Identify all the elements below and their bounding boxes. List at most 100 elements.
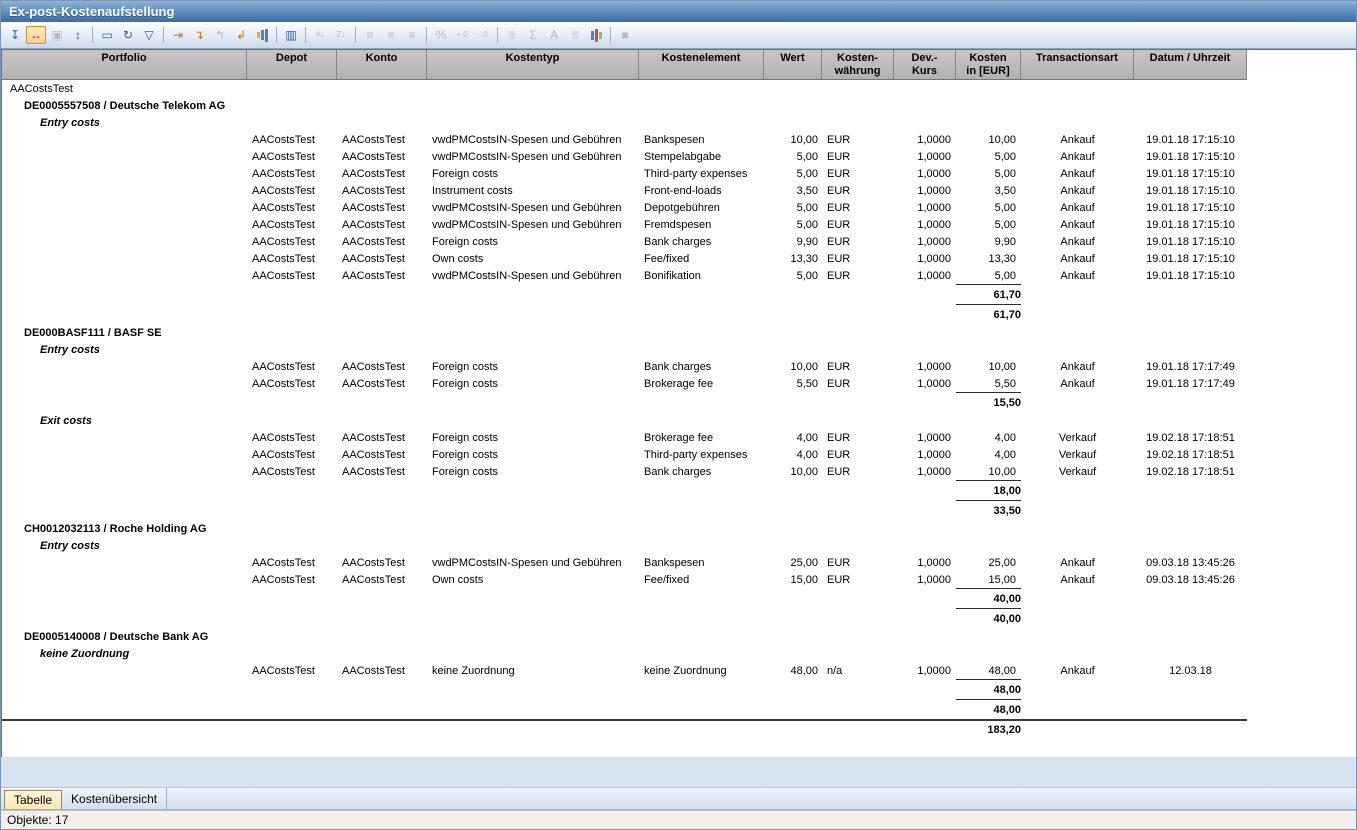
table-row[interactable]: AACostsTestAACostsTestForeign costsBank … [2, 463, 1247, 480]
col-header-label: Dev.- [911, 52, 937, 65]
group-label-row[interactable]: AACostsTest [2, 80, 1356, 97]
new-view-icon[interactable]: ▭ [97, 26, 117, 44]
cell-depot: AACostsTest [247, 185, 337, 197]
cell-kostentyp: vwdPMCostsIN-Spesen und Gebühren [427, 151, 639, 163]
cell-kosten: 5,00 [956, 151, 1021, 163]
sum-row-icon[interactable]: ↲ [231, 26, 251, 44]
refresh-icon[interactable]: ↻ [118, 26, 138, 44]
table-row[interactable]: AACostsTestAACostsTestForeign costsThird… [2, 446, 1247, 463]
cell-waehrung: EUR [822, 557, 894, 569]
cell-konto: AACostsTest [337, 449, 427, 461]
sum-value: 33,50 [956, 500, 1021, 520]
cell-devkurs: 1,0000 [894, 253, 956, 265]
group-label-row[interactable]: DE000BASF111 / BASF SE [2, 324, 1356, 341]
table-row[interactable]: AACostsTestAACostsTestOwn costsFee/fixed… [2, 571, 1247, 588]
col-header-label: Depot [276, 52, 307, 65]
cell-wert: 9,90 [764, 236, 822, 248]
sum-row: 48,00 [2, 699, 1247, 719]
cell-wert: 5,00 [764, 168, 822, 180]
cell-transaktion: Ankauf [1021, 557, 1134, 569]
cell-waehrung: EUR [822, 168, 894, 180]
cell-devkurs: 1,0000 [894, 378, 956, 390]
col-header-label2: in [EUR] [966, 65, 1009, 78]
table-row[interactable]: AACostsTestAACostsTestkeine Zuordnungkei… [2, 662, 1247, 679]
filter-icon[interactable]: ▽ [139, 26, 159, 44]
tab-tabelle[interactable]: Tabelle [4, 790, 62, 809]
group-label-row[interactable]: CH0012032113 / Roche Holding AG [2, 520, 1356, 537]
fit-width-icon[interactable]: ↔ [26, 26, 46, 44]
cell-kostenelement: Front-end-loads [639, 185, 764, 197]
group-label-row[interactable]: keine Zuordnung [2, 645, 1356, 662]
group-label-row[interactable]: Exit costs [2, 412, 1356, 429]
cell-konto: AACostsTest [337, 466, 427, 478]
insert-row-icon[interactable]: ↴ [189, 26, 209, 44]
sum-value: 18,00 [956, 480, 1021, 500]
group-label-row[interactable]: Entry costs [2, 341, 1356, 358]
table-row[interactable]: AACostsTestAACostsTestvwdPMCostsIN-Spese… [2, 216, 1247, 233]
bar-chart-icon[interactable] [586, 26, 606, 44]
cell-wert: 15,00 [764, 574, 822, 586]
table-row[interactable]: AACostsTestAACostsTestForeign costsBank … [2, 233, 1247, 250]
table-row[interactable]: AACostsTestAACostsTestForeign costsThird… [2, 165, 1247, 182]
col-header-kosten-eur[interactable]: Kostenin [EUR] [956, 50, 1021, 80]
table-row[interactable]: AACostsTestAACostsTestForeign costsBank … [2, 358, 1247, 375]
fit-height-icon[interactable]: ↕ [68, 26, 88, 44]
cell-waehrung: EUR [822, 236, 894, 248]
col-header-kostentyp[interactable]: Kostentyp [427, 50, 639, 80]
cell-transaktion: Ankauf [1021, 270, 1134, 282]
insert-column-icon[interactable]: ⇥ [168, 26, 188, 44]
window-titlebar: Ex-post-Kostenaufstellung [1, 1, 1356, 22]
table-row[interactable]: AACostsTestAACostsTestForeign costsBroke… [2, 375, 1247, 392]
cell-wert: 5,50 [764, 378, 822, 390]
bottom-gap [1, 757, 1356, 787]
cell-kosten: 3,50 [956, 185, 1021, 197]
table-row[interactable]: AACostsTestAACostsTestvwdPMCostsIN-Spese… [2, 554, 1247, 571]
sum-row: 40,00 [2, 588, 1247, 608]
table-row[interactable]: AACostsTestAACostsTestvwdPMCostsIN-Spese… [2, 199, 1247, 216]
cell-datum: 19.02.18 17:18:51 [1134, 432, 1247, 444]
cell-devkurs: 1,0000 [894, 557, 956, 569]
col-header-transactionsart[interactable]: Transactionsart [1021, 50, 1134, 80]
cell-waehrung: EUR [822, 432, 894, 444]
add-decimal-icon: +,0 [452, 26, 472, 44]
group-label-row[interactable]: Entry costs [2, 537, 1356, 554]
group-label-row[interactable]: Entry costs [2, 114, 1356, 131]
table-viewport: Portfolio Depot Konto Kostentyp Kostenel… [1, 49, 1356, 757]
chart-column-icon[interactable] [252, 26, 272, 44]
col-header-portfolio[interactable]: Portfolio [2, 50, 247, 80]
tab-kostenuebersicht[interactable]: Kostenübersicht [62, 788, 167, 809]
table-row[interactable]: AACostsTestAACostsTestvwdPMCostsIN-Spese… [2, 131, 1247, 148]
col-header-datum-uhrzeit[interactable]: Datum / Uhrzeit [1134, 50, 1247, 80]
cell-kosten: 10,00 [956, 361, 1021, 373]
highlight-column-icon[interactable]: ▥ [281, 26, 301, 44]
cell-transaktion: Ankauf [1021, 236, 1134, 248]
cell-depot: AACostsTest [247, 449, 337, 461]
cell-kosten: 5,00 [956, 168, 1021, 180]
cell-depot: AACostsTest [247, 574, 337, 586]
col-header-depot[interactable]: Depot [247, 50, 337, 80]
cell-transaktion: Ankauf [1021, 665, 1134, 677]
col-header-kostenwaehrung[interactable]: Kosten-währung [822, 50, 894, 80]
table-row[interactable]: AACostsTestAACostsTestOwn costsFee/fixed… [2, 250, 1247, 267]
cell-kostentyp: Foreign costs [427, 168, 639, 180]
cell-depot: AACostsTest [247, 432, 337, 444]
col-header-kostenelement[interactable]: Kostenelement [639, 50, 764, 80]
group-label-row[interactable]: DE0005140008 / Deutsche Bank AG [2, 628, 1356, 645]
table-row[interactable]: AACostsTestAACostsTestInstrument costsFr… [2, 182, 1247, 199]
import-row-icon[interactable]: ↧ [5, 26, 25, 44]
toolbar-separator [92, 27, 93, 43]
table-row[interactable]: AACostsTestAACostsTestvwdPMCostsIN-Spese… [2, 148, 1247, 165]
cell-kostenelement: Stempelabgabe [639, 151, 764, 163]
cell-kosten: 5,00 [956, 270, 1021, 282]
group-label: DE000BASF111 / BASF SE [24, 327, 162, 339]
col-header-wert[interactable]: Wert [764, 50, 822, 80]
group-label-row[interactable]: DE0005557508 / Deutsche Telekom AG [2, 97, 1356, 114]
cell-waehrung: EUR [822, 253, 894, 265]
cell-waehrung: EUR [822, 466, 894, 478]
col-header-devkurs[interactable]: Dev.-Kurs [894, 50, 956, 80]
cell-transaktion: Verkauf [1021, 432, 1134, 444]
cell-kostenelement: Brokerage fee [639, 432, 764, 444]
table-row[interactable]: AACostsTestAACostsTestForeign costsBroke… [2, 429, 1247, 446]
col-header-konto[interactable]: Konto [337, 50, 427, 80]
table-row[interactable]: AACostsTestAACostsTestvwdPMCostsIN-Spese… [2, 267, 1247, 284]
